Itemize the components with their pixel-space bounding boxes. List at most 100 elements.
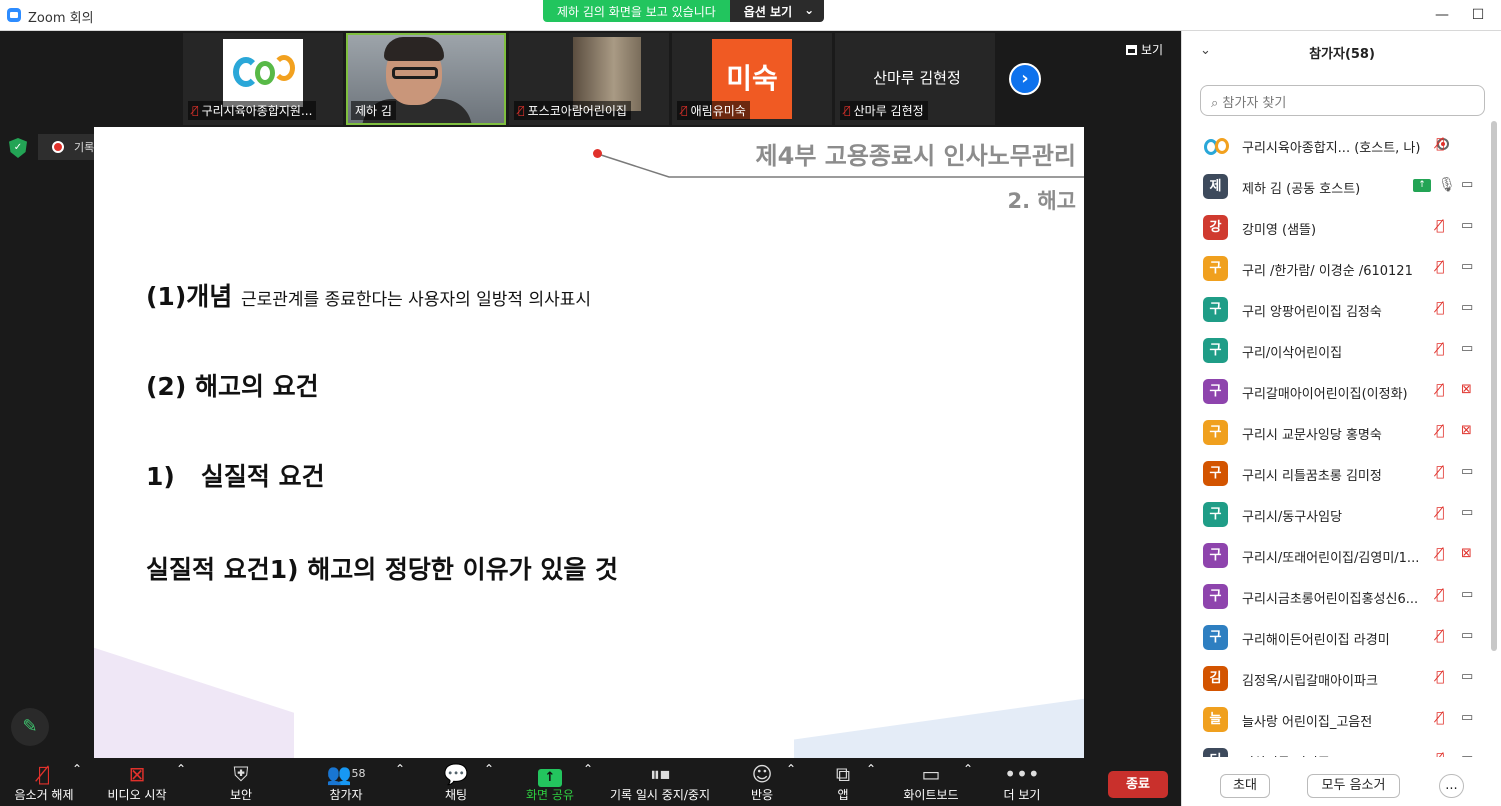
security-label: 보안 xyxy=(229,788,253,802)
minimize-icon[interactable]: — xyxy=(1429,4,1455,26)
security-shield-icon[interactable]: ✓ xyxy=(9,138,27,158)
participant-row[interactable]: 구 구리/이삭어린이집 🎙̸ ▭ xyxy=(1182,330,1490,371)
gallery-view-icon xyxy=(1126,44,1137,55)
avatar: 구 xyxy=(1203,543,1228,568)
reactions-label: 반응 xyxy=(750,788,774,802)
video-thumbnail[interactable]: 🎙̸ 포스코아람어린이집 xyxy=(509,33,669,125)
video-thumbnail[interactable]: 산마루 김현정 🎙̸ 산마루 김현정 xyxy=(835,33,995,125)
camera-off-icon: ⊠ xyxy=(1461,423,1472,438)
more-button[interactable]: ••• 더 보기 xyxy=(998,762,1046,803)
pause-stop-recording-label: 기록 일시 중지/중지 xyxy=(610,788,710,802)
camera-icon: ▭ xyxy=(1461,259,1474,274)
participant-row[interactable]: 구 구리시 교문사잉당 홍명숙 🎙̸ ⊠ xyxy=(1182,412,1490,453)
participant-name: 김정옥/시립갈매아이파크 xyxy=(1242,674,1378,689)
zoom-logo-icon xyxy=(7,8,21,22)
pause-stop-recording-button[interactable]: ⏸⏹ 기록 일시 중지/중지 xyxy=(603,762,717,803)
shield-icon: ⛨ xyxy=(233,762,249,786)
avatar xyxy=(1203,133,1229,158)
avatar: 늘 xyxy=(1203,707,1228,732)
invite-button[interactable]: 초대 xyxy=(1220,774,1270,798)
slide-line-requirements: (2) 해고의 요건 xyxy=(146,372,319,401)
camera-icon: ▭ xyxy=(1461,177,1474,192)
participant-name: 구리시육아종합지원... xyxy=(201,104,313,118)
organization-logo xyxy=(223,39,303,107)
participant-name: 구리시/또래어린이집/김영미/1... xyxy=(1242,551,1420,566)
video-thumbnail-active-speaker[interactable]: 제하 김 xyxy=(346,33,506,125)
avatar: 구 xyxy=(1203,584,1228,609)
participant-row[interactable]: 더 더샬리톤 이의주🎙̸ ▭ xyxy=(1182,740,1490,757)
participant-video xyxy=(573,37,641,111)
mic-icon: 🎙 xyxy=(1438,177,1456,193)
avatar: 강 xyxy=(1203,215,1228,240)
more-label: 더 보기 xyxy=(1003,788,1041,802)
slide-heading: 제4부 고용종료시 인사노무관리 xyxy=(755,142,1076,170)
participant-display-name: 산마루 김현정 xyxy=(873,69,961,87)
next-page-button[interactable]: › xyxy=(1009,63,1041,95)
participant-row[interactable]: 구리시육아종합지... (호스트, 나) 🎙̸ xyxy=(1182,125,1490,166)
camera-icon: ▭ xyxy=(1461,218,1474,233)
video-thumbnail[interactable]: 🎙̸ 구리시육아종합지원... xyxy=(183,33,343,125)
avatar: 제 xyxy=(1203,174,1228,199)
maximize-icon[interactable]: ☐ xyxy=(1465,4,1491,26)
mic-muted-icon: 🎙̸ xyxy=(518,104,525,117)
participant-row[interactable]: 구 구리시/동구사임당 🎙̸ ▭ xyxy=(1182,494,1490,535)
start-video-button[interactable]: ⊠ 비디오 시작 xyxy=(100,762,174,803)
share-caret-icon[interactable]: ⌃ xyxy=(583,762,593,776)
participant-row[interactable]: 제 제하 김 (공동 호스트) ↑ 🎙 ▭ xyxy=(1182,166,1490,207)
concept-definition: 근로관계를 종료한다는 사용자의 일방적 의사표시 xyxy=(240,290,592,310)
unmute-button[interactable]: 🎙̸ 음소거 해제 xyxy=(8,762,80,803)
avatar: 구 xyxy=(1203,461,1228,486)
camera-icon: ▭ xyxy=(1461,587,1474,602)
panel-scrollbar[interactable] xyxy=(1491,121,1497,651)
annotate-pen-icon[interactable]: ✎ xyxy=(11,708,49,746)
view-button[interactable]: 보기 xyxy=(1126,41,1163,58)
view-options-button[interactable]: 옵션 보기 ⌄ xyxy=(729,0,825,22)
more-options-button[interactable]: ... xyxy=(1439,774,1464,798)
apps-icon: ⧉ xyxy=(835,762,851,786)
participant-search-input[interactable]: ⌕ 참가자 찾기 xyxy=(1200,85,1485,116)
participant-row[interactable]: 구 구리시/또래어린이집/김영미/1... 🎙̸ ⊠ xyxy=(1182,535,1490,576)
slide-line-justification: 실질적 요건1) 해고의 정당한 이유가 있을 것 xyxy=(146,555,619,584)
participant-row[interactable]: 구 구리시금초롱어린이집홍성신6... 🎙̸ ▭ xyxy=(1182,576,1490,617)
participant-row[interactable]: 늘 늘사랑 어린이집_고음전 🎙̸ ▭ xyxy=(1182,699,1490,740)
apps-caret-icon[interactable]: ⌃ xyxy=(866,762,876,776)
participants-button[interactable]: 👥58 참가자 xyxy=(318,762,374,803)
mic-muted-icon: 🎙̸ xyxy=(1436,546,1445,562)
whiteboard-button[interactable]: ▭ 화이트보드 xyxy=(896,762,966,803)
participant-row[interactable]: 구 구리시 리틀꿈초롱 김미정 🎙̸ ▭ xyxy=(1182,453,1490,494)
share-screen-button[interactable]: ↑ 화면 공유 xyxy=(518,762,582,803)
participant-row[interactable]: 구 구리갈매아이어린이집(이정화) 🎙̸ ⊠ xyxy=(1182,371,1490,412)
end-meeting-button[interactable]: 종료 xyxy=(1108,771,1168,798)
camera-icon: ▭ xyxy=(1461,341,1474,356)
mic-muted-icon: 🎙̸ xyxy=(681,104,688,117)
participant-row[interactable]: 구 구리 /한가람/ 이경순 /610121 🎙̸ ▭ xyxy=(1182,248,1490,289)
participant-name: 구리해이든어린이집 라경미 xyxy=(1242,633,1390,648)
camera-icon: ▭ xyxy=(1461,669,1474,684)
participant-row[interactable]: 구 구리해이든어린이집 라경미 🎙̸ ▭ xyxy=(1182,617,1490,658)
video-thumbnail[interactable]: 미숙 🎙̸ 애림유미숙 xyxy=(672,33,832,125)
audio-options-caret-icon[interactable]: ⌃ xyxy=(72,762,82,776)
chat-caret-icon[interactable]: ⌃ xyxy=(484,762,494,776)
mic-muted-icon: 🎙̸ xyxy=(1436,751,1444,757)
participants-caret-icon[interactable]: ⌃ xyxy=(395,762,405,776)
participant-name: 구리시 교문사잉당 홍명숙 xyxy=(1242,428,1382,443)
chat-button[interactable]: 💬 채팅 xyxy=(436,762,476,803)
share-screen-label: 화면 공유 xyxy=(526,788,574,802)
avatar: 구 xyxy=(1203,502,1228,527)
apps-button[interactable]: ⧉ 앱 xyxy=(826,762,860,803)
participant-row[interactable]: 강 강미영 (샘뜰) 🎙̸ ▭ xyxy=(1182,207,1490,248)
slide-line-concept: (1)개념 근로관계를 종료한다는 사용자의 일방적 의사표시 xyxy=(146,277,591,313)
reactions-button[interactable]: ☺ 반응 xyxy=(742,762,782,803)
whiteboard-caret-icon[interactable]: ⌃ xyxy=(963,762,973,776)
camera-icon: ▭ xyxy=(1461,300,1474,315)
participant-name: 구리갈매아이어린이집(이정화) xyxy=(1242,387,1408,402)
avatar: 김 xyxy=(1203,666,1228,691)
participant-row[interactable]: 구 구리 앙팡어린이집 김정숙 🎙̸ ▭ xyxy=(1182,289,1490,330)
mute-all-button[interactable]: 모두 음소거 xyxy=(1307,774,1400,798)
participant-row[interactable]: 김 김정옥/시립갈매아이파크 🎙̸ ▭ xyxy=(1182,658,1490,699)
reactions-caret-icon[interactable]: ⌃ xyxy=(786,762,796,776)
chat-label: 채팅 xyxy=(444,788,468,802)
mic-muted-icon: 🎙̸ xyxy=(1436,505,1445,521)
security-button[interactable]: ⛨ 보안 xyxy=(216,762,266,803)
video-options-caret-icon[interactable]: ⌃ xyxy=(176,762,186,776)
